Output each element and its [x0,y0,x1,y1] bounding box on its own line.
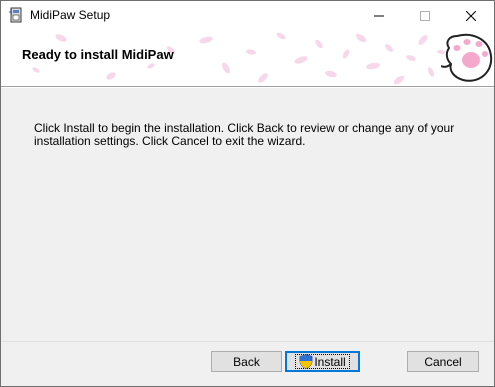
uac-shield-icon [299,354,313,369]
install-button[interactable]: Install [285,351,360,372]
installer-package-icon [9,7,22,23]
minimize-icon [374,15,384,16]
header-banner: Ready to install MidiPaw [1,30,494,86]
banner-title: Ready to install MidiPaw [22,47,174,62]
minimize-button[interactable] [356,1,402,30]
maximize-icon [420,10,430,21]
back-button[interactable]: Back [211,351,282,372]
footer-divider [1,341,494,342]
cancel-button-label: Cancel [424,354,462,369]
instructions-text: Click Install to begin the installation.… [34,121,455,148]
banner-divider-highlight [1,87,494,88]
install-button-label: Install [314,354,346,369]
install-button-focus: Install [295,354,350,369]
cancel-button[interactable]: Cancel [407,351,479,372]
window-title: MidiPaw Setup [30,8,111,22]
cat-paw-icon [441,33,493,82]
close-button[interactable] [448,1,494,30]
setup-window: MidiPaw Setup Ready to install MidiPaw C… [0,0,495,387]
maximize-button[interactable] [402,1,448,30]
back-button-label: Back [233,354,260,369]
close-icon [466,10,476,21]
title-bar[interactable]: MidiPaw Setup [1,1,494,30]
